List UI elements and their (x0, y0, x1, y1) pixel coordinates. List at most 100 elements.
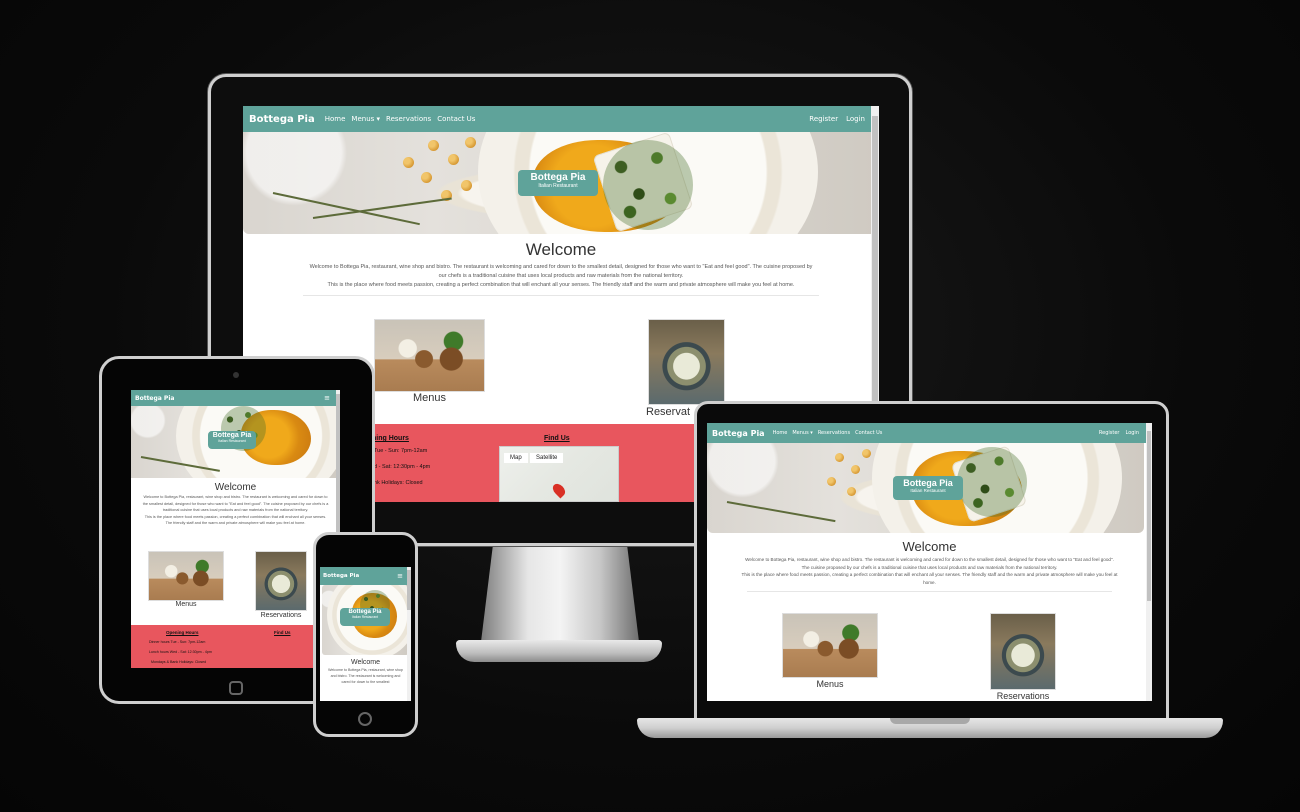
hero-chickpea (862, 449, 871, 458)
opening-hours-heading: ning Hours (372, 435, 409, 442)
hero-chickpea (835, 453, 844, 462)
laptop-hero: Bottega Pia Italian Restaurant (707, 443, 1144, 533)
tablet-site: Bottega Pia ≡ Bottega Pia Italian Restau… (131, 390, 340, 668)
tablet-menus-image[interactable] (148, 551, 224, 601)
navbar: Bottega Pia Home Menus ▾ Reservations Co… (243, 106, 879, 132)
hero-rosemary (272, 192, 420, 226)
showcase-stage: Bottega Pia Home Menus ▾ Reservations Co… (0, 0, 1300, 812)
map-embed[interactable]: Map Satellite (499, 446, 619, 502)
monitor-stand (480, 546, 640, 650)
nav-register[interactable]: Register (1099, 430, 1120, 436)
nav-reservations[interactable]: Reservations (818, 430, 850, 436)
laptop-welcome: Welcome (902, 539, 957, 554)
hero-subtitle: Italian Restaurant (910, 488, 946, 493)
phone-intro: Welcome to Bottega Pia, restaurant, wine… (328, 668, 403, 684)
nav-contact[interactable]: Contact Us (437, 115, 475, 123)
laptop-menus-caption[interactable]: Menus (782, 679, 878, 689)
nav-menus[interactable]: Menus ▾ (351, 115, 380, 123)
tablet-camera (233, 372, 239, 378)
nav-contact[interactable]: Contact Us (855, 430, 882, 436)
map-pin-icon (550, 481, 568, 499)
intro-text-1: Welcome to Bottega Pia, restaurant, wine… (142, 495, 329, 512)
tablet-navbar: Bottega Pia ≡ (131, 390, 340, 406)
tablet-reservations-image[interactable] (255, 551, 307, 611)
divider (303, 295, 819, 296)
phone-scrollbar[interactable] (407, 567, 411, 701)
hero-chickpea (461, 180, 472, 191)
menus-caption[interactable]: Menus (374, 392, 485, 404)
hours-line-2: d - Sat: 12:30pm - 4pm (374, 464, 431, 470)
hours-line-1: Tue - Sun: 7pm-12am (374, 448, 428, 454)
hero-chickpea (403, 157, 414, 168)
nav-menus[interactable]: Menus ▾ (792, 430, 812, 436)
nav-login[interactable]: Login (846, 115, 865, 123)
caret-down-icon: ▾ (808, 430, 813, 436)
laptop-navbar: Bottega Pia Home Menus ▾ Reservations Co… (707, 423, 1152, 443)
intro-text-2: This is the place where food meets passi… (327, 282, 795, 288)
tablet-hero-badge: Bottega Pia Italian Restaurant (208, 431, 256, 449)
phone-hero: Bottega Pia Italian Restaurant (322, 585, 409, 655)
menus-card-image[interactable] (374, 319, 485, 392)
tablet-welcome: Welcome (214, 482, 257, 493)
phone-welcome: Welcome (350, 659, 381, 666)
brand-logo[interactable]: Bottega Pia (249, 114, 315, 125)
laptop-hero-badge: Bottega Pia Italian Restaurant (893, 476, 963, 500)
reservations-card-image[interactable] (648, 319, 725, 405)
intro-text-2: This is the place where food meets passi… (741, 572, 1118, 586)
nav-menus-label: Menus (351, 115, 375, 123)
nav-reservations[interactable]: Reservations (386, 115, 431, 123)
phone-navbar: Bottega Pia ≡ (320, 567, 411, 585)
tablet-hours-3: Mondays & Bank Holidays: Closed (151, 660, 207, 664)
hero-title: Bottega Pia (530, 172, 586, 183)
hero-chickpea (847, 487, 856, 496)
welcome-heading: Welcome (525, 240, 597, 259)
nav-home[interactable]: Home (325, 115, 346, 123)
phone-site: Bottega Pia ≡ Bottega Pia Italian Restau… (320, 567, 411, 701)
divider (747, 590, 1112, 592)
hours-line-3: nk Holidays: Closed (374, 480, 423, 486)
hero-subtitle: Italian Restaurant (218, 439, 246, 443)
map-tab-satellite[interactable]: Satellite (530, 453, 564, 463)
tablet-hero: Bottega Pia Italian Restaurant (131, 406, 340, 478)
intro-text-1: Welcome to Bottega Pia, restaurant, wine… (309, 264, 813, 279)
hero-herbs (957, 447, 1027, 517)
laptop-reservations-image[interactable] (990, 613, 1056, 690)
tablet-intro: Welcome to Bottega Pia, restaurant, wine… (131, 493, 340, 527)
hamburger-icon[interactable]: ≡ (397, 572, 403, 580)
scrollbar-thumb[interactable] (336, 394, 340, 544)
nav-login[interactable]: Login (1126, 430, 1140, 436)
hero-chickpea (851, 465, 860, 474)
scrollbar-thumb[interactable] (872, 116, 878, 406)
nav-register[interactable]: Register (809, 115, 838, 123)
hamburger-icon[interactable]: ≡ (324, 394, 330, 402)
scrollbar-thumb[interactable] (1147, 431, 1151, 601)
phone-home-button (358, 712, 372, 726)
laptop-scrollbar[interactable] (1146, 423, 1152, 701)
hero-rosemary (726, 501, 836, 523)
laptop-reservations-caption[interactable]: Reservations (977, 691, 1069, 701)
tablet-brand[interactable]: Bottega Pia (135, 395, 174, 402)
laptop-intro: Welcome to Bottega Pia, restaurant, wine… (707, 554, 1152, 587)
hero-chickpea (465, 137, 476, 148)
monitor-stand-base (456, 640, 662, 662)
hero-title: Bottega Pia (903, 478, 953, 488)
tablet-menus-caption[interactable]: Menus (148, 601, 224, 608)
hero-herbs (603, 140, 693, 230)
hero-subtitle: Italian Restaurant (352, 615, 378, 619)
hero-chickpea (827, 477, 836, 486)
tablet-footer: Opening Hours Dinner hours Tue - Sun: 7p… (131, 625, 340, 668)
intro-text-1: Welcome to Bottega Pia, restaurant, wine… (745, 557, 1114, 570)
tablet-hours-1: Dinner hours Tue - Sun: 7pm-12am (149, 640, 206, 644)
phone-brand[interactable]: Bottega Pia (323, 573, 359, 579)
laptop-brand[interactable]: Bottega Pia (712, 429, 765, 438)
hero-chickpea (421, 172, 432, 183)
laptop-menus-image[interactable] (782, 613, 878, 678)
map-tab-map[interactable]: Map (504, 453, 528, 463)
find-us-heading: Find Us (544, 435, 570, 442)
scrollbar-thumb[interactable] (407, 570, 411, 610)
hero-chickpea (448, 154, 459, 165)
tablet-reservations-caption[interactable]: Reservations (241, 612, 321, 619)
nav-home[interactable]: Home (773, 430, 788, 436)
caret-down-icon: ▾ (374, 115, 381, 123)
tablet-find-us: Find Us (274, 630, 291, 635)
